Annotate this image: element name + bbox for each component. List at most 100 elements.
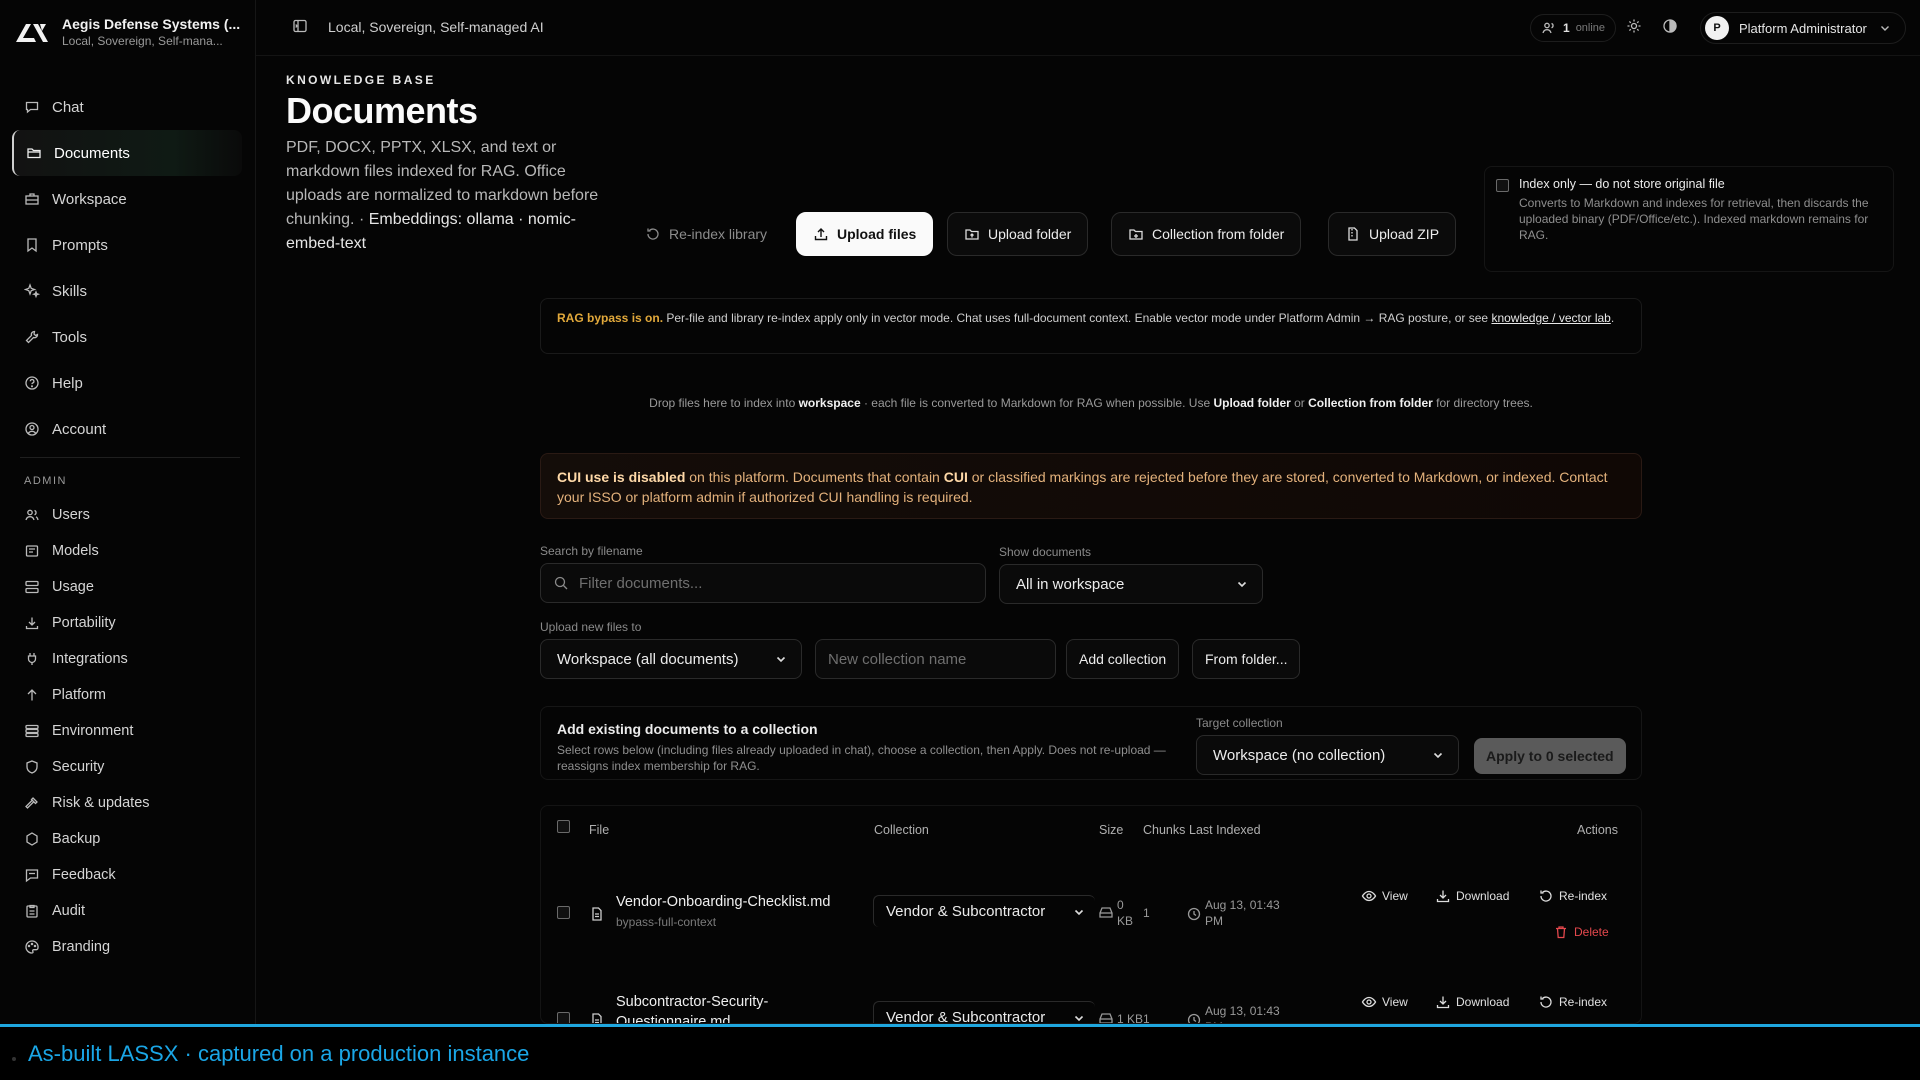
clock-icon	[1186, 906, 1202, 922]
sidebar-item-audit[interactable]: Audit	[12, 893, 242, 929]
column-header-size: Size	[1099, 823, 1124, 837]
upload-files-label: Upload files	[837, 226, 917, 242]
plug-icon	[24, 651, 40, 667]
upload-files-button[interactable]: Upload files	[796, 212, 934, 256]
sidebar-item-workspace[interactable]: Workspace	[12, 176, 242, 222]
reindex-button[interactable]: Re-index	[1538, 994, 1607, 1010]
from-folder-button[interactable]: From folder...	[1192, 639, 1301, 679]
brand-subtitle: Local, Sovereign, Self-mana...	[62, 34, 223, 48]
row-checkbox[interactable]	[557, 906, 570, 919]
row-checkbox[interactable]	[557, 1012, 570, 1023]
index-only-checkbox[interactable]	[1496, 179, 1509, 192]
sidebar-item-tools[interactable]: Tools	[12, 314, 242, 360]
delete-button[interactable]: Delete	[1553, 924, 1609, 940]
sidebar-item-feedback[interactable]: Feedback	[12, 857, 242, 893]
sidebar: Aegis Defense Systems (... Local, Sovere…	[0, 0, 256, 1024]
view-label: View	[1382, 889, 1408, 903]
brand[interactable]: Aegis Defense Systems (... Local, Sovere…	[14, 16, 240, 48]
upload-target-value: Workspace (all documents)	[557, 650, 739, 668]
download-button[interactable]: Download	[1435, 994, 1509, 1010]
sidebar-item-integrations[interactable]: Integrations	[12, 641, 242, 677]
file-name[interactable]: Subcontractor-Security-Questionnaire.md	[616, 992, 796, 1023]
table-row[interactable]: Vendor-Onboarding-Checklist.md bypass-fu…	[541, 864, 1641, 964]
bookmark-icon	[24, 237, 40, 253]
drop-zone-hint[interactable]: Drop files here to index into workspace …	[540, 396, 1642, 410]
hard-drive-icon	[1098, 904, 1114, 920]
sidebar-item-account[interactable]: Account	[12, 406, 242, 452]
sidebar-toggle-icon[interactable]	[292, 18, 308, 34]
row-collection-select[interactable]: Vendor & Subcontractor	[873, 895, 1095, 927]
reindex-library-button[interactable]: Re-index library	[628, 212, 784, 256]
view-button[interactable]: View	[1361, 994, 1408, 1010]
sidebar-item-branding[interactable]: Branding	[12, 929, 242, 965]
sidebar-item-security[interactable]: Security	[12, 749, 242, 785]
file-subtitle: bypass-full-context	[616, 915, 717, 929]
rag-bypass-warning: RAG bypass is on.	[557, 311, 664, 325]
page-title: Documents	[286, 90, 478, 131]
search-input[interactable]: Filter documents...	[540, 563, 986, 603]
upload-target-select[interactable]: Workspace (all documents)	[540, 639, 802, 679]
file-name[interactable]: Vendor-Onboarding-Checklist.md	[616, 892, 846, 912]
cui-disabled-strong: CUI use is disabled	[557, 469, 686, 485]
folder-plus-icon	[1128, 226, 1144, 242]
admin-section-label: ADMIN	[24, 475, 67, 487]
upload-folder-button[interactable]: Upload folder	[947, 212, 1089, 256]
sidebar-item-label: Skills	[52, 282, 88, 300]
sidebar-item-skills[interactable]: Skills	[12, 268, 242, 314]
upload-zip-button[interactable]: Upload ZIP	[1328, 212, 1457, 256]
topbar: Local, Sovereign, Self-managed AI 1 onli…	[256, 0, 1920, 56]
download-label: Download	[1456, 995, 1510, 1009]
reindex-button[interactable]: Re-index	[1538, 888, 1607, 904]
new-collection-input[interactable]: New collection name	[815, 639, 1056, 679]
sidebar-item-chat[interactable]: Chat	[12, 84, 242, 130]
target-collection-select[interactable]: Workspace (no collection)	[1196, 735, 1459, 775]
reindex-label: Re-index	[1559, 995, 1608, 1009]
select-all-checkbox[interactable]	[557, 820, 570, 833]
refresh-icon	[645, 226, 661, 242]
sidebar-item-portability[interactable]: Portability	[12, 605, 242, 641]
sidebar-item-environment[interactable]: Environment	[12, 713, 242, 749]
caption-text: As-built LASSX · captured on a productio…	[28, 1041, 530, 1066]
sidebar-item-usage[interactable]: Usage	[12, 569, 242, 605]
add-to-collection-description: Select rows below (including files alrea…	[557, 743, 1166, 773]
sidebar-item-prompts[interactable]: Prompts	[12, 222, 242, 268]
sidebar-item-platform[interactable]: Platform	[12, 677, 242, 713]
brand-logo-icon	[16, 24, 48, 42]
apply-selected-button[interactable]: Apply to 0 selected	[1474, 738, 1626, 774]
sidebar-item-label: Workspace	[52, 190, 127, 208]
chunk-count: 1	[1143, 906, 1150, 920]
wrench-icon	[24, 329, 40, 345]
online-label: online	[1575, 22, 1606, 34]
user-menu[interactable]: P Platform Administrator	[1700, 12, 1906, 44]
add-collection-button[interactable]: Add collection	[1066, 639, 1180, 679]
show-documents-value: All in workspace	[1016, 575, 1125, 593]
chevron-down-icon	[1234, 576, 1250, 592]
sun-icon[interactable]	[1626, 18, 1642, 34]
chevron-down-icon	[773, 651, 789, 667]
sidebar-item-models[interactable]: Models	[12, 533, 242, 569]
sidebar-item-documents[interactable]: Documents	[12, 130, 242, 176]
sidebar-item-users[interactable]: Users	[12, 497, 242, 533]
column-header-last-indexed: Last Indexed	[1189, 823, 1261, 837]
online-users-badge[interactable]: 1 online	[1530, 14, 1617, 42]
contrast-icon[interactable]	[1662, 18, 1678, 34]
chevron-down-icon	[1071, 904, 1087, 920]
table-row[interactable]: Subcontractor-Security-Questionnaire.md …	[541, 970, 1641, 1024]
collection-from-folder-button[interactable]: Collection from folder	[1111, 212, 1302, 256]
download-button[interactable]: Download	[1435, 888, 1509, 904]
sidebar-item-label: Security	[52, 759, 105, 775]
view-button[interactable]: View	[1361, 888, 1408, 904]
cui-term: CUI	[943, 469, 968, 485]
drop-text: for directory trees.	[1432, 396, 1533, 410]
vector-lab-link[interactable]: knowledge / vector lab	[1491, 311, 1610, 325]
drop-upload-folder: Upload folder	[1213, 396, 1291, 410]
upload-icon	[813, 226, 829, 242]
row-collection-select[interactable]: Vendor & Subcontractor	[873, 1001, 1095, 1024]
row-collection-value: Vendor & Subcontractor	[886, 1009, 1046, 1024]
sidebar-item-help[interactable]: Help	[12, 360, 242, 406]
download-icon	[24, 615, 40, 631]
sidebar-item-backup[interactable]: Backup	[12, 821, 242, 857]
sidebar-item-risk-updates[interactable]: Risk & updates	[12, 785, 242, 821]
caption-bar: As-built LASSX · captured on a productio…	[0, 1024, 1920, 1080]
show-documents-select[interactable]: All in workspace	[999, 564, 1263, 604]
